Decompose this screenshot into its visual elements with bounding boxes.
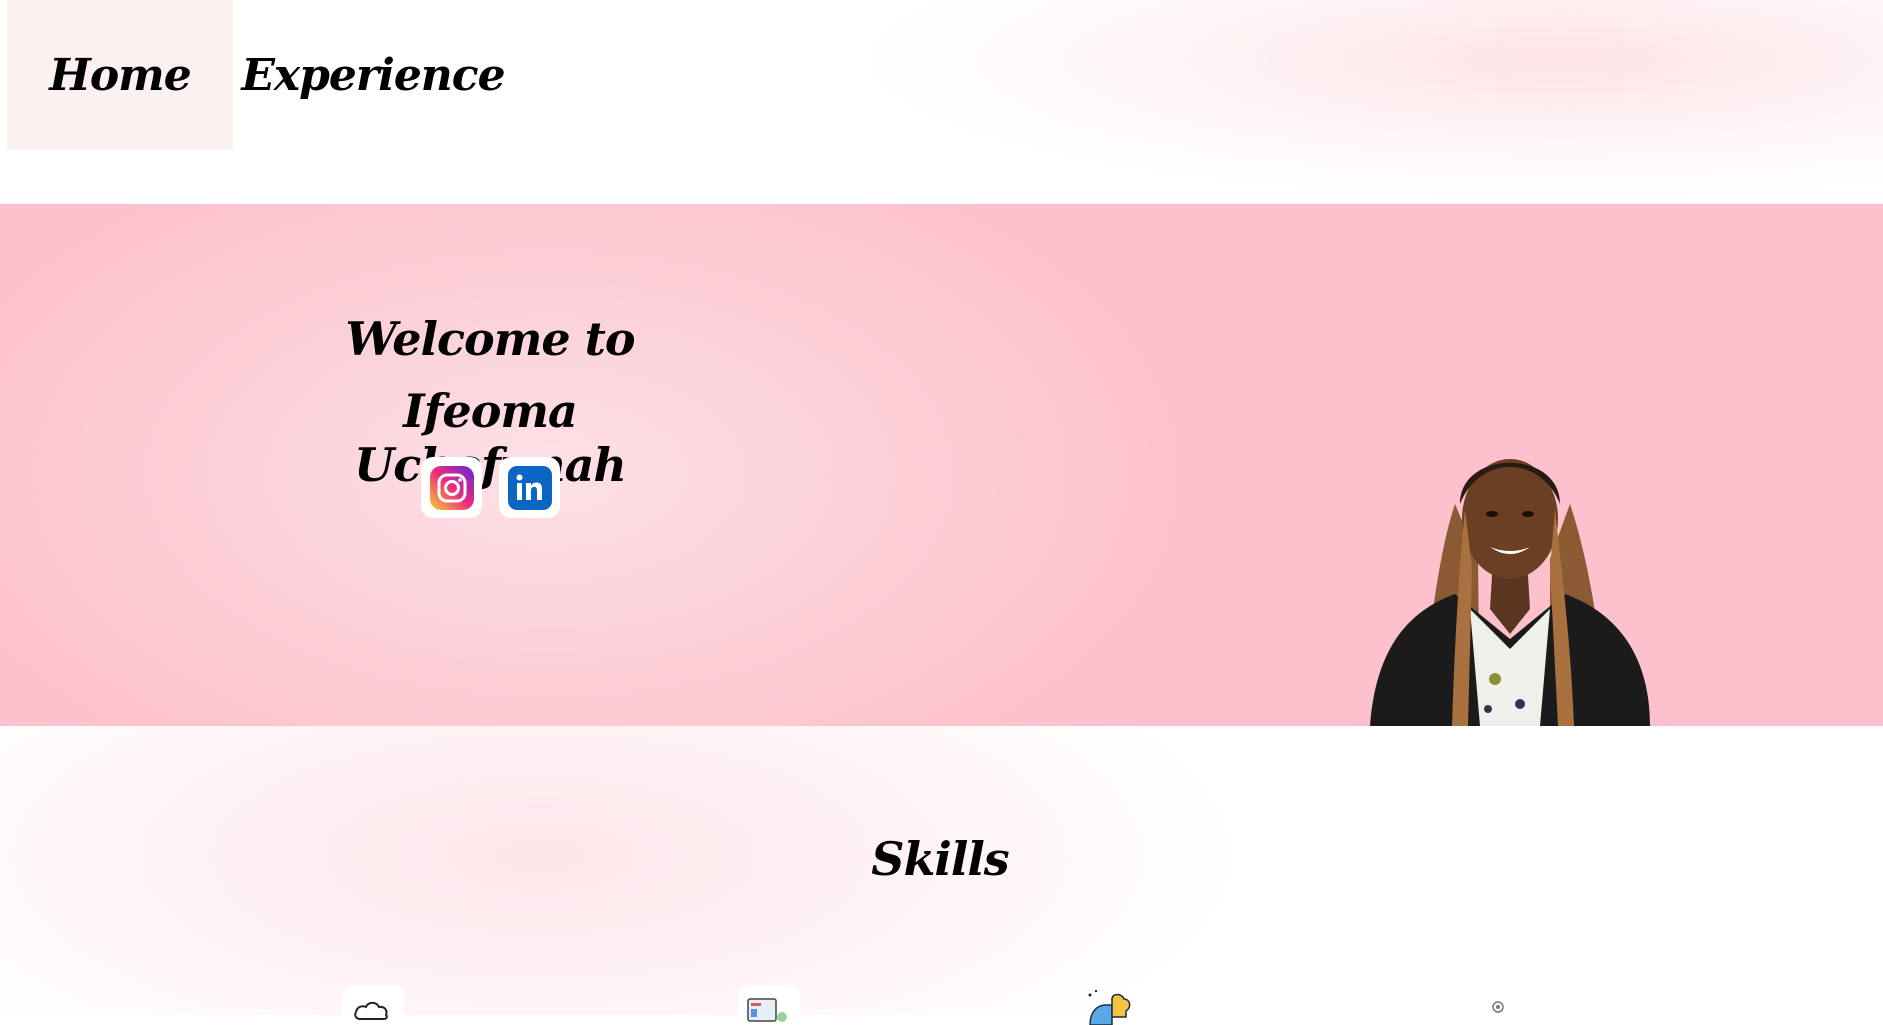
hero-title-line2: Ifeoma Uchefunah	[354, 384, 627, 492]
profile-photo	[1370, 459, 1650, 726]
instagram-icon	[429, 465, 474, 510]
instagram-link[interactable]	[421, 457, 482, 518]
skills-title: Skills	[871, 832, 1009, 886]
nav-home[interactable]: Home	[7, 0, 233, 150]
puzzle-head-icon	[1088, 989, 1131, 1025]
hero-section: Welcome to Ifeoma Uchefunah	[0, 204, 1883, 726]
gear-icon	[1492, 1001, 1504, 1013]
cloud-icon	[342, 985, 404, 1025]
dashboard-icon	[738, 985, 800, 1025]
nav-experience[interactable]: Experience	[233, 0, 513, 150]
linkedin-icon	[507, 465, 552, 510]
hero-title-line1: Welcome to	[345, 312, 635, 366]
linkedin-link[interactable]	[499, 457, 560, 518]
